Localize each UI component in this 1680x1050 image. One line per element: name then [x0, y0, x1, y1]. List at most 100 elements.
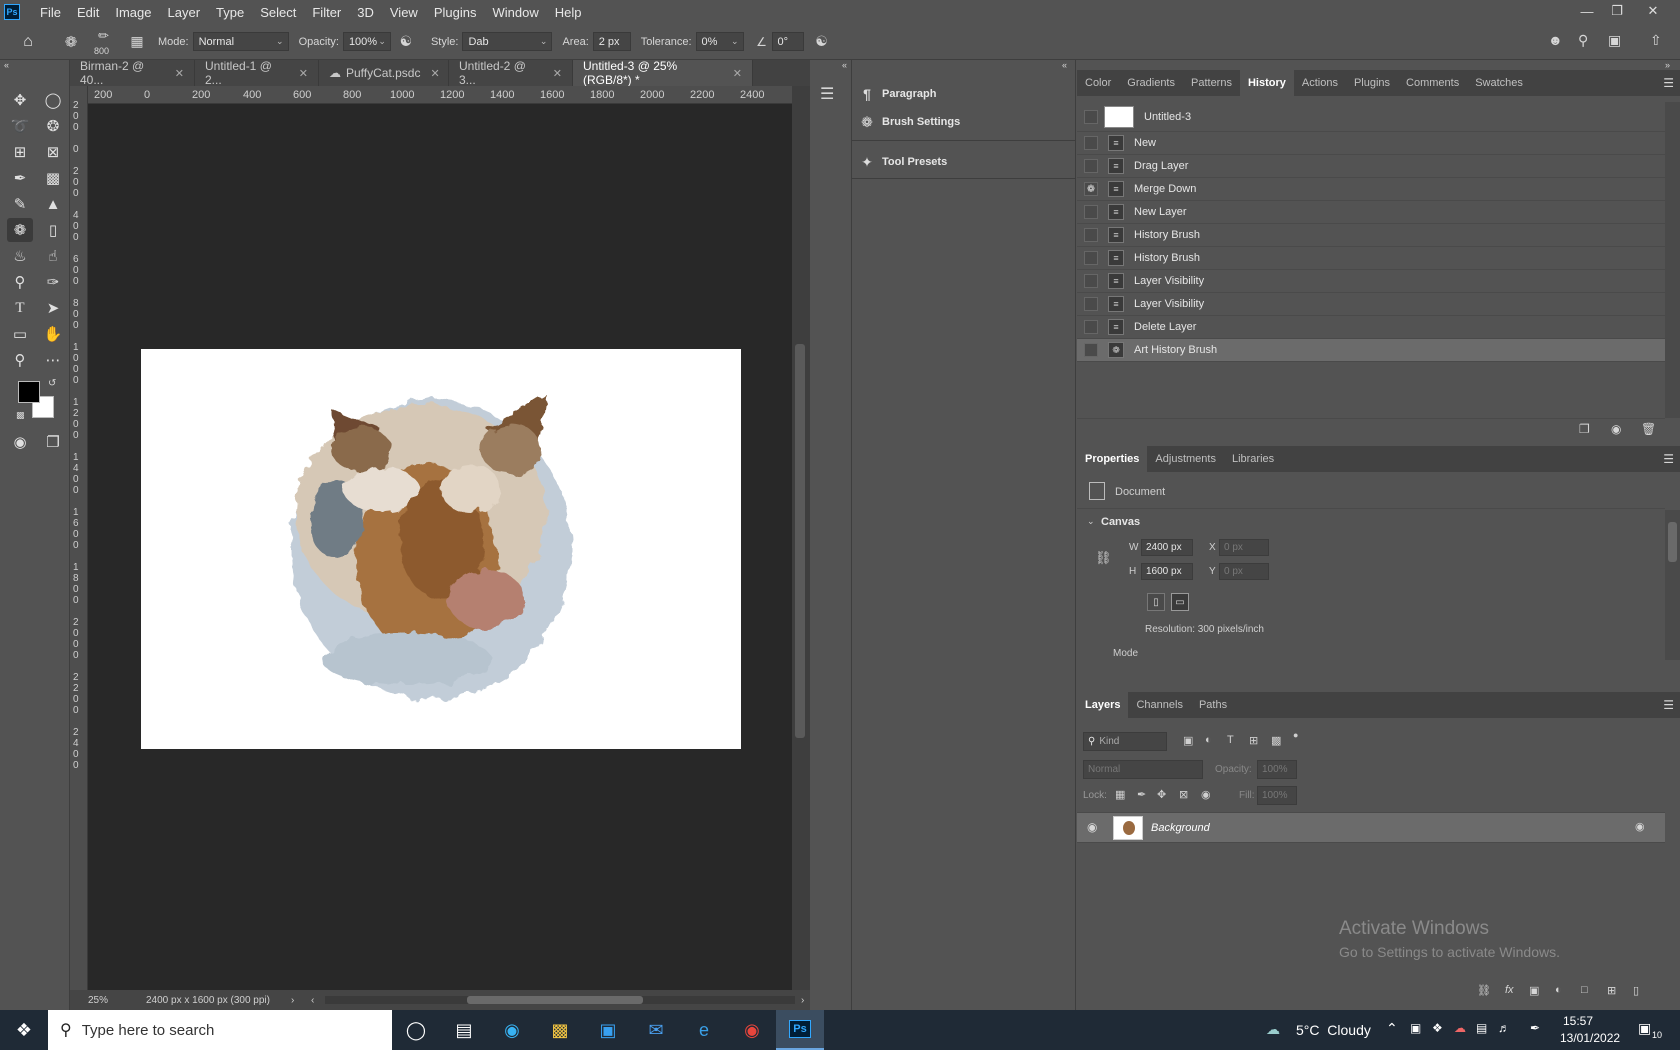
move-tool-icon[interactable]: ✥	[7, 88, 33, 112]
lock-all-icon[interactable]: ◉	[1201, 788, 1211, 801]
windows-start-icon[interactable]: ❖	[0, 1010, 48, 1050]
collapse-toolbar-icon[interactable]: «	[4, 60, 9, 70]
vertical-scroll-thumb[interactable]	[795, 344, 805, 738]
filter-shape-icon[interactable]: ⊞	[1249, 734, 1258, 747]
adjustment-layer-icon[interactable]: ◐	[1555, 984, 1562, 996]
brush-panel-toggle-icon[interactable]: ▦	[126, 33, 148, 50]
chevron-down-icon[interactable]: ⌄	[1087, 516, 1095, 527]
clock-time[interactable]: 15:57	[1563, 1014, 1593, 1028]
type-tool-icon[interactable]: T	[7, 296, 33, 320]
camera-snapshot-icon[interactable]: ◉	[1611, 422, 1621, 436]
tab-swatches[interactable]: Swatches	[1467, 70, 1531, 96]
tab-properties[interactable]: Properties	[1077, 446, 1148, 472]
search-icon[interactable]: ⚲	[1578, 32, 1588, 49]
link-layers-icon[interactable]: ⛓	[1477, 984, 1491, 997]
horizontal-scrollbar[interactable]	[325, 996, 795, 1004]
pressure-size-icon[interactable]: ☯	[804, 33, 840, 50]
history-state-row[interactable]: ≡ Layer Visibility	[1077, 270, 1665, 293]
panel-button-tool-presets[interactable]: ✦ Tool Presets	[852, 148, 1076, 176]
properties-scrollbar[interactable]	[1665, 510, 1680, 660]
lock-artboard-icon[interactable]: ⊠	[1179, 788, 1188, 801]
tab-libraries[interactable]: Libraries	[1224, 446, 1282, 472]
workspace-icon[interactable]: ▣	[1608, 32, 1621, 49]
history-scrollbar[interactable]	[1665, 102, 1680, 418]
eye-visibility-icon[interactable]: ◉	[1087, 820, 1097, 834]
tab-layers[interactable]: Layers	[1077, 692, 1129, 718]
history-source-checkbox[interactable]	[1084, 136, 1098, 150]
marquee-tool-icon[interactable]: ◯	[40, 88, 66, 112]
x-input[interactable]: 0 px	[1219, 539, 1269, 556]
tab-gradients[interactable]: Gradients	[1119, 70, 1183, 96]
panel-menu-icon[interactable]: ☰	[1663, 698, 1674, 712]
panel-menu-icon[interactable]: ☰	[1663, 76, 1674, 90]
pen-tool-icon[interactable]: ✑	[40, 270, 66, 294]
lasso-tool-icon[interactable]: ➰	[7, 114, 33, 138]
menu-select[interactable]: Select	[252, 5, 304, 20]
collapse-dock-icon[interactable]: «	[842, 60, 847, 70]
history-source-checkbox[interactable]	[1084, 159, 1098, 173]
cortana-icon[interactable]: ◯	[392, 1010, 440, 1050]
history-state-row[interactable]: ❁ ≡ Merge Down	[1077, 178, 1665, 201]
history-source-checkbox[interactable]	[1084, 205, 1098, 219]
photoshop-taskbar-icon[interactable]: Ps	[776, 1010, 824, 1050]
notifications-icon[interactable]: ▣	[1638, 1020, 1651, 1037]
chrome-icon[interactable]: ◉	[728, 1010, 776, 1050]
menu-3d[interactable]: 3D	[349, 5, 382, 20]
doc-tab-puffycat[interactable]: ☁ PuffyCat.psdc ✕	[319, 60, 449, 86]
layer-opacity-input[interactable]: 100%	[1257, 760, 1297, 779]
smudge-tool-icon[interactable]: ☝	[40, 244, 66, 268]
zoom-tool-icon[interactable]: ⚲	[7, 348, 33, 372]
mode-select[interactable]: Normal ⌄	[192, 32, 289, 51]
horizontal-scroll-thumb[interactable]	[467, 996, 643, 1004]
brush-tool-icon[interactable]: ✎	[7, 192, 33, 216]
width-input[interactable]: 2400 px	[1141, 539, 1193, 556]
new-document-from-state-icon[interactable]: ❐	[1579, 422, 1590, 436]
expand-dock-icon[interactable]: »	[1665, 60, 1670, 70]
tab-plugins[interactable]: Plugins	[1346, 70, 1398, 96]
filter-adjustment-icon[interactable]: ◐	[1205, 734, 1212, 746]
menu-layer[interactable]: Layer	[160, 5, 209, 20]
menu-help[interactable]: Help	[547, 5, 590, 20]
restore-button[interactable]: ❐	[1602, 0, 1632, 22]
internet-explorer-icon[interactable]: e	[680, 1010, 728, 1050]
quick-select-tool-icon[interactable]: ❂	[40, 114, 66, 138]
close-icon[interactable]: ✕	[553, 67, 562, 80]
menu-edit[interactable]: Edit	[69, 5, 107, 20]
default-colors-icon[interactable]: ▩	[16, 410, 25, 421]
volume-icon[interactable]: ♬	[1498, 1021, 1510, 1035]
crop-tool-icon[interactable]: ⊞	[7, 140, 33, 164]
pen-icon[interactable]: ✒	[1530, 1021, 1540, 1035]
canvas-section-title[interactable]: Canvas	[1101, 516, 1140, 528]
share-icon[interactable]: ⇧	[1650, 32, 1662, 49]
tab-channels[interactable]: Channels	[1128, 692, 1190, 718]
swap-colors-icon[interactable]: ↺	[48, 378, 56, 389]
history-snapshot[interactable]: Untitled-3	[1077, 102, 1665, 132]
store-icon[interactable]: ▣	[584, 1010, 632, 1050]
hand-tool-icon[interactable]: ✋	[40, 322, 66, 346]
dropbox-icon[interactable]: ❖	[1432, 1021, 1443, 1035]
taskbar-search-box[interactable]: ⚲ Type here to search	[48, 1010, 392, 1050]
eraser-tool-icon[interactable]: ▯	[40, 218, 66, 242]
close-icon[interactable]: ✕	[430, 67, 439, 80]
clone-stamp-tool-icon[interactable]: ▲	[40, 192, 66, 216]
file-explorer-icon[interactable]: ▩	[536, 1010, 584, 1050]
meet-now-icon[interactable]: ▣	[1410, 1021, 1421, 1035]
doc-tab-untitled-2[interactable]: Untitled-2 @ 3... ✕	[449, 59, 573, 87]
network-icon[interactable]: ▤	[1476, 1021, 1487, 1035]
history-state-row[interactable]: ≡ Drag Layer	[1077, 155, 1665, 178]
chevron-up-icon[interactable]: ⌃	[1386, 1020, 1398, 1037]
history-source-checkbox[interactable]	[1084, 343, 1098, 357]
layer-kind-filter[interactable]: ⚲ Kind	[1083, 732, 1167, 751]
creative-cloud-icon[interactable]: ☁	[1454, 1021, 1466, 1035]
trash-icon[interactable]: ▯	[1633, 984, 1639, 997]
filter-type-icon[interactable]: T	[1227, 734, 1234, 746]
tab-color[interactable]: Color	[1077, 70, 1119, 96]
pressure-opacity-icon[interactable]: ☯	[391, 33, 421, 50]
layer-mask-icon[interactable]: ▣	[1529, 984, 1539, 997]
healing-brush-tool-icon[interactable]: ▩	[40, 166, 66, 190]
properties-scroll-thumb[interactable]	[1668, 522, 1677, 562]
document-canvas[interactable]	[141, 349, 741, 749]
lock-paint-icon[interactable]: ✒	[1137, 788, 1146, 801]
properties-panel-icon[interactable]: ☰	[820, 84, 834, 104]
panel-menu-icon[interactable]: ☰	[1663, 452, 1674, 466]
